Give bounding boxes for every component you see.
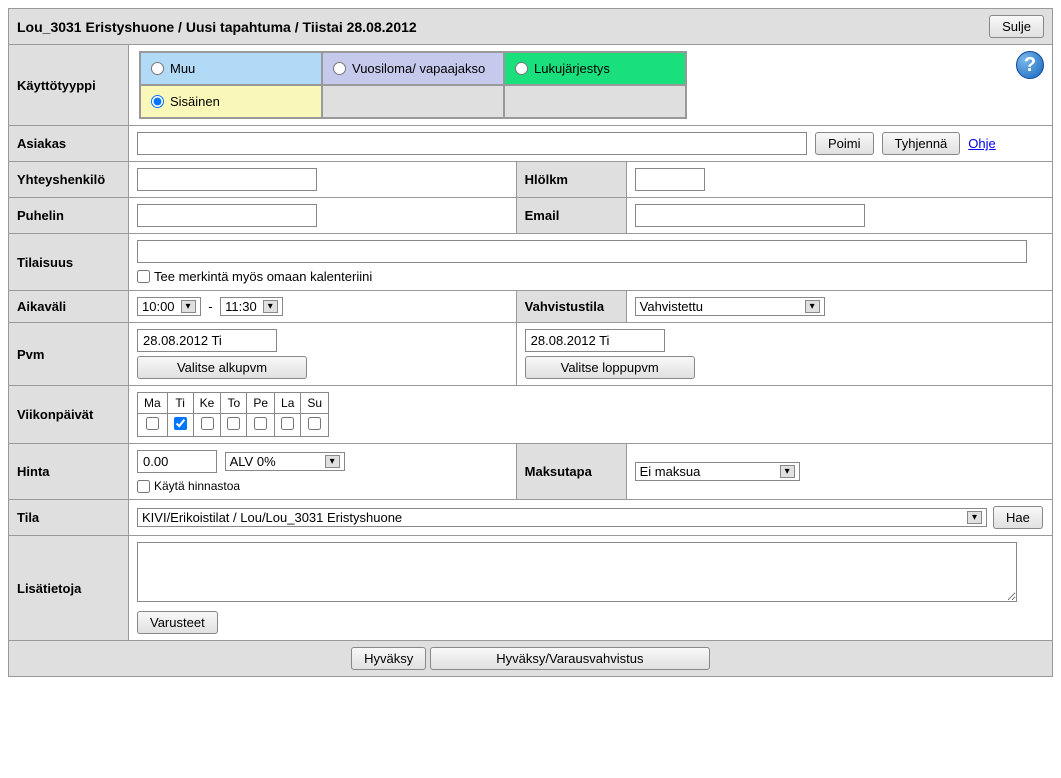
- search-button[interactable]: Hae: [993, 506, 1043, 529]
- equipment-button[interactable]: Varusteet: [137, 611, 218, 634]
- radio-muu[interactable]: [151, 62, 164, 75]
- pricelist-checkbox[interactable]: [137, 480, 150, 493]
- label-customer: Asiakas: [9, 126, 129, 162]
- page-title: Lou_3031 Eristyshuone / Uusi tapahtuma /…: [17, 19, 417, 35]
- contact-input[interactable]: [137, 168, 317, 191]
- room-select[interactable]: KIVI/Erikoistilat / Lou/Lou_3031 Eristys…: [137, 508, 987, 527]
- people-input[interactable]: [635, 168, 705, 191]
- day-to-checkbox[interactable]: [227, 417, 240, 430]
- usage-type-grid: Muu Vuosiloma/ vapaajakso Lukujärjestys …: [139, 51, 687, 119]
- enddate-input[interactable]: [525, 329, 665, 352]
- chevron-down-icon[interactable]: ▾: [263, 300, 278, 313]
- customer-input[interactable]: [137, 132, 807, 155]
- startdate-input[interactable]: [137, 329, 277, 352]
- radio-sisainen[interactable]: [151, 95, 164, 108]
- event-input[interactable]: [137, 240, 1027, 263]
- weekday-table: Ma Ti Ke To Pe La Su: [137, 392, 329, 437]
- accept-confirm-button[interactable]: Hyväksy/Varausvahvistus: [430, 647, 710, 670]
- time-start-select[interactable]: 10:00 ▾: [137, 297, 201, 316]
- label-weekdays: Viikonpäivät: [9, 386, 129, 444]
- day-ke-checkbox[interactable]: [201, 417, 214, 430]
- enddate-button[interactable]: Valitse loppupvm: [525, 356, 695, 379]
- vat-select[interactable]: ALV 0% ▾: [225, 452, 345, 471]
- chevron-down-icon[interactable]: ▾: [780, 465, 795, 478]
- chevron-down-icon[interactable]: ▾: [805, 300, 820, 313]
- label-confirm: Vahvistustila: [516, 291, 626, 323]
- label-email: Email: [516, 198, 626, 234]
- pick-button[interactable]: Poimi: [815, 132, 874, 155]
- radio-lukujarjestys[interactable]: [515, 62, 528, 75]
- type-option-vuosiloma[interactable]: Vuosiloma/ vapaajakso: [322, 52, 504, 85]
- startdate-button[interactable]: Valitse alkupvm: [137, 356, 307, 379]
- day-la-checkbox[interactable]: [281, 417, 294, 430]
- type-option-sisainen[interactable]: Sisäinen: [140, 85, 322, 118]
- chevron-down-icon[interactable]: ▾: [181, 300, 196, 313]
- label-paymethod: Maksutapa: [516, 444, 626, 500]
- price-input[interactable]: [137, 450, 217, 473]
- confirm-select[interactable]: Vahvistettu ▾: [635, 297, 825, 316]
- day-ma-checkbox[interactable]: [146, 417, 159, 430]
- email-input[interactable]: [635, 204, 865, 227]
- notes-textarea[interactable]: [137, 542, 1017, 602]
- help-icon[interactable]: ?: [1016, 51, 1044, 79]
- label-date: Pvm: [9, 323, 129, 386]
- day-pe-checkbox[interactable]: [254, 417, 267, 430]
- label-event: Tilaisuus: [9, 234, 129, 291]
- type-option-muu[interactable]: Muu: [140, 52, 322, 85]
- help-link[interactable]: Ohje: [968, 136, 995, 151]
- clear-button[interactable]: Tyhjennä: [882, 132, 961, 155]
- chevron-down-icon[interactable]: ▾: [967, 511, 982, 524]
- phone-input[interactable]: [137, 204, 317, 227]
- label-type: Käyttötyyppi: [9, 45, 129, 126]
- own-calendar-checkbox[interactable]: [137, 270, 150, 283]
- type-option-lukujarjestys[interactable]: Lukujärjestys: [504, 52, 686, 85]
- label-people: Hlölkm: [516, 162, 626, 198]
- chevron-down-icon[interactable]: ▾: [325, 455, 340, 468]
- radio-vuosiloma[interactable]: [333, 62, 346, 75]
- label-room: Tila: [9, 500, 129, 536]
- day-su-checkbox[interactable]: [308, 417, 321, 430]
- label-price: Hinta: [9, 444, 129, 500]
- close-button[interactable]: Sulje: [989, 15, 1044, 38]
- label-notes: Lisätietoja: [9, 536, 129, 641]
- accept-button[interactable]: Hyväksy: [351, 647, 426, 670]
- label-timerange: Aikaväli: [9, 291, 129, 323]
- time-end-select[interactable]: 11:30 ▾: [220, 297, 283, 316]
- paymethod-select[interactable]: Ei maksua ▾: [635, 462, 800, 481]
- day-ti-checkbox[interactable]: [174, 417, 187, 430]
- label-phone: Puhelin: [9, 198, 129, 234]
- label-contact: Yhteyshenkilö: [9, 162, 129, 198]
